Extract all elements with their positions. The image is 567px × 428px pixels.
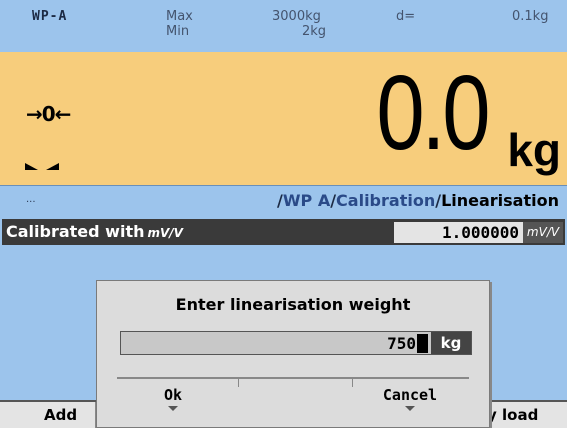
cancel-button-label: Cancel: [382, 386, 438, 404]
softkey-divider: [352, 379, 353, 387]
ok-button[interactable]: Ok: [127, 381, 219, 425]
scale-header: WP-A Max 3000kg Min 2kg d= 0.1kg: [0, 0, 567, 52]
calibrated-with-value-unit: mV/V: [523, 222, 563, 243]
softkey-divider: [238, 379, 239, 387]
weight-value: 0.0: [376, 54, 490, 172]
mv-per-v-unit: mV/V: [147, 226, 183, 240]
terminal-screen: WP-A Max 3000kg Min 2kg d= 0.1kg →0← 0.0…: [0, 0, 567, 428]
cancel-button[interactable]: Cancel: [355, 381, 465, 425]
text-cursor: [417, 334, 428, 353]
ok-arrow-icon: [168, 406, 178, 411]
breadcrumb: ... /WP A/Calibration/Linearisation: [0, 185, 567, 217]
calibrated-with-text: Calibrated with: [6, 222, 145, 241]
dialog-divider: [117, 377, 469, 379]
division-label: d=: [396, 9, 416, 24]
min-value: 2kg: [302, 24, 327, 39]
linearisation-weight-input[interactable]: 750 kg: [120, 331, 472, 355]
breadcrumb-ellipsis: ...: [26, 194, 36, 205]
dialog-title: Enter linearisation weight: [175, 295, 411, 314]
max-label: Max: [166, 9, 193, 24]
min-label: Min: [166, 24, 190, 39]
calibrated-with-value: 1.000000: [441, 223, 519, 242]
stable-right-icon: [46, 163, 59, 170]
load-softkey-label: y load: [487, 406, 539, 424]
add-softkey-label: Add: [44, 406, 78, 424]
cancel-arrow-icon: [405, 406, 415, 411]
breadcrumb-current: Linearisation: [441, 191, 559, 210]
calibrated-with-value-field[interactable]: 1.000000 mV/V: [394, 222, 563, 243]
ok-button-label: Ok: [163, 386, 183, 404]
zero-center-icon: →0←: [26, 102, 71, 126]
weight-unit: kg: [507, 124, 561, 176]
linearisation-weight-unit: kg: [431, 332, 471, 354]
calibrated-with-label: Calibrated with mV/V: [6, 222, 183, 241]
calibrated-with-row[interactable]: Calibrated with mV/V 1.000000 mV/V: [2, 219, 565, 245]
max-value: 3000kg: [272, 9, 321, 24]
add-softkey[interactable]: Add: [0, 402, 96, 428]
linearisation-dialog: Enter linearisation weight 750 kg Ok Can…: [96, 280, 490, 428]
breadcrumb-item-wp-a: WP A: [282, 191, 331, 210]
load-softkey[interactable]: y load: [479, 402, 567, 428]
linearisation-weight-value: 750: [387, 334, 416, 353]
breadcrumb-item-calibration: Calibration: [336, 191, 436, 210]
weighing-point-label: WP-A: [32, 9, 68, 24]
weight-display: →0← 0.0 kg: [0, 52, 567, 185]
division-value: 0.1kg: [512, 9, 549, 24]
breadcrumb-path: /WP A/Calibration/Linearisation: [277, 191, 559, 210]
stable-left-icon: [25, 163, 38, 170]
